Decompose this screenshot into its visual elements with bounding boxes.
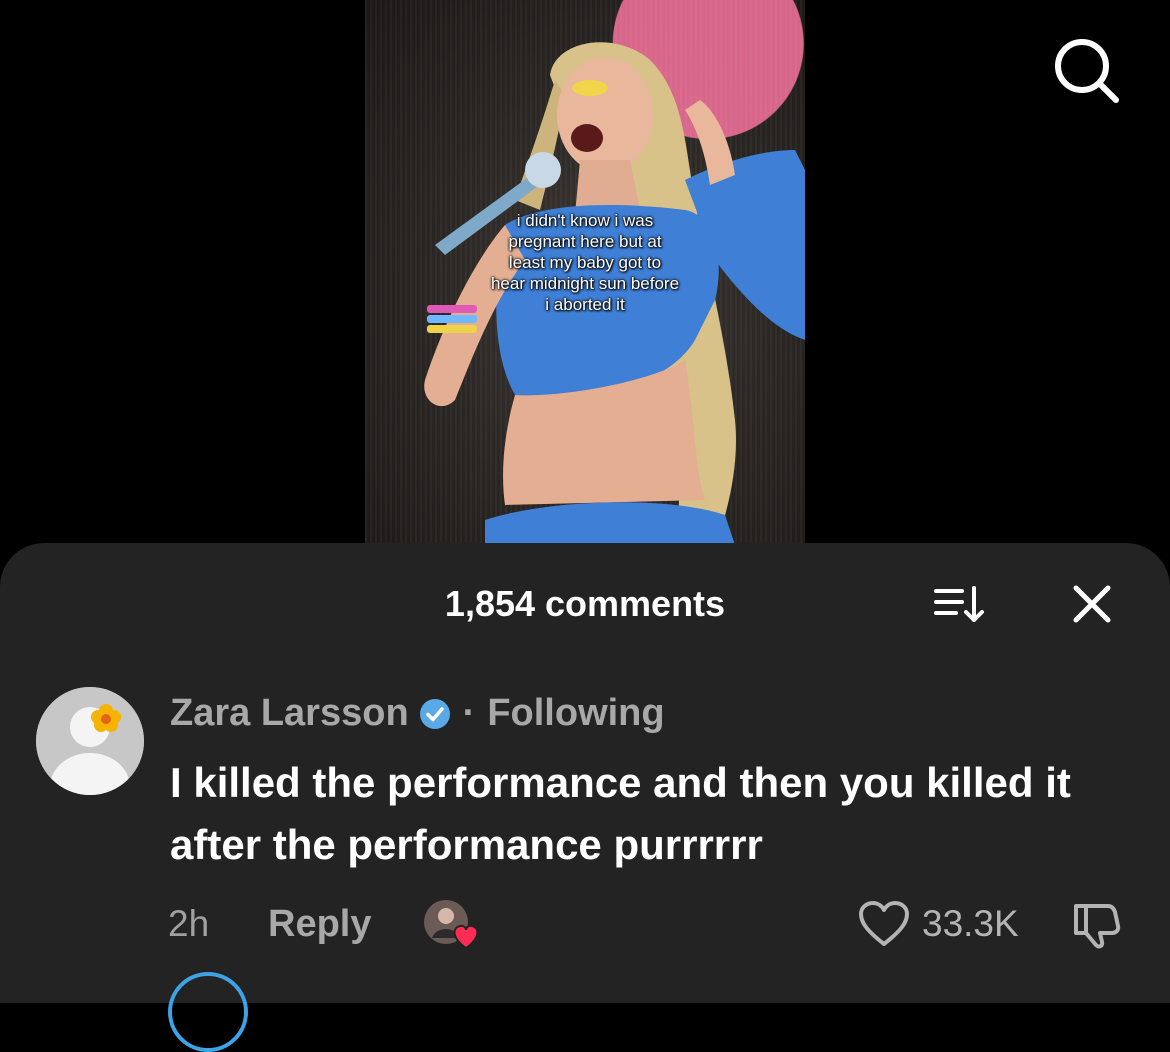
video-overlay-caption: i didn't know i was pregnant here but at… [490, 211, 680, 314]
like-count: 33.3K [922, 903, 1019, 944]
sort-icon[interactable] [930, 582, 990, 626]
dislike-icon[interactable] [1070, 900, 1124, 950]
comments-count-title: 1,854 comments [444, 583, 726, 624]
comment-header: Zara Larsson · Following [170, 690, 665, 736]
like-heart-icon[interactable] [858, 900, 910, 948]
video-thumbnail[interactable]: i didn't know i was pregnant here but at… [365, 0, 805, 545]
video-area[interactable]: i didn't know i was pregnant here but at… [0, 0, 1170, 560]
creator-liked-icon [422, 898, 484, 950]
comment-time: 2h [168, 903, 210, 944]
verified-badge-icon [419, 697, 451, 729]
reply-button[interactable]: Reply [268, 902, 371, 946]
comment-text: I killed the performance and then you ki… [170, 759, 1071, 868]
next-comment-avatar[interactable] [168, 972, 248, 1052]
comment-author[interactable]: Zara Larsson [170, 692, 409, 735]
avatar[interactable] [36, 687, 144, 795]
follow-status: Following [487, 691, 665, 734]
separator-dot: · [462, 691, 476, 734]
search-icon[interactable] [1050, 36, 1122, 104]
close-icon[interactable] [1068, 580, 1116, 628]
